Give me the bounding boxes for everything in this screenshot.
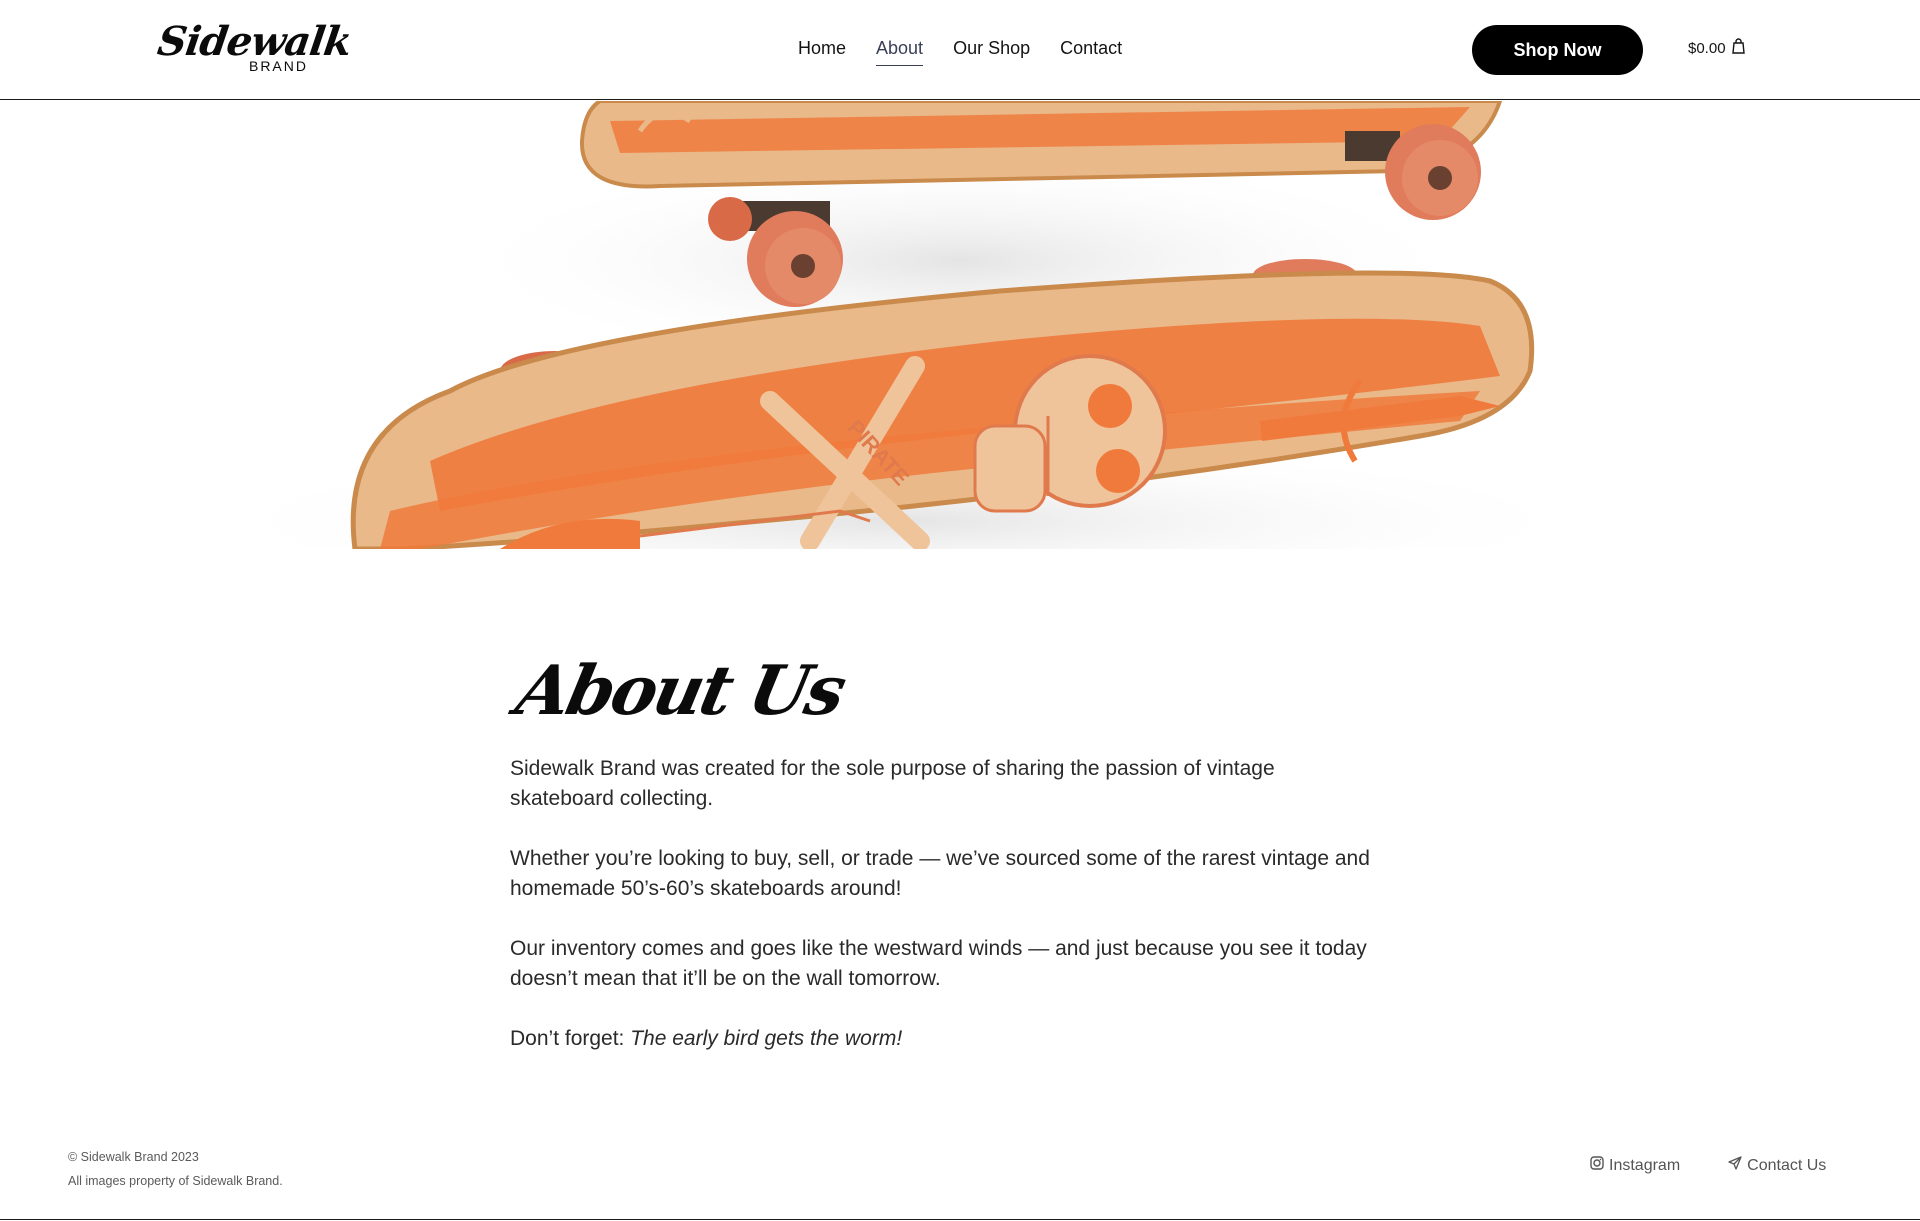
nav-home[interactable]: Home [798,38,846,66]
about-paragraph: Our inventory comes and goes like the we… [510,937,1367,990]
shopping-bag-icon [1731,38,1745,58]
site-header: Sidewalk BRAND Home About Our Shop Conta… [0,0,1920,100]
about-closing: Don’t forget: The early bird gets the wo… [510,1024,1380,1054]
hero-image: PIRATE [0,101,1920,549]
instagram-icon [1590,1156,1604,1175]
main-nav: Home About Our Shop Contact [798,38,1122,66]
closing-prefix: Don’t forget: [510,1027,631,1050]
about-paragraph: Sidewalk Brand was created for the sole … [510,757,1275,810]
nav-contact[interactable]: Contact [1060,38,1122,66]
paper-plane-icon [1728,1156,1742,1175]
about-paragraph: Whether you’re looking to buy, sell, or … [510,847,1370,900]
logo-sub: BRAND [248,58,308,74]
cart-total: $0.00 [1688,39,1726,57]
contact-us-label: Contact Us [1747,1156,1827,1174]
instagram-label: Instagram [1609,1156,1681,1174]
closing-emphasis: The early bird gets the worm! [630,1027,903,1050]
footer-copyright: © Sidewalk Brand 2023 All images propert… [68,1145,283,1193]
footer-links: Instagram Contact Us [1590,1156,1826,1175]
rights-text: All images property of Sidewalk Brand. [68,1174,283,1188]
page-title: About Us [509,651,851,731]
nav-our-shop[interactable]: Our Shop [953,38,1030,66]
about-section: About Us Sidewalk Brand was created for … [509,650,1390,1054]
site-footer: © Sidewalk Brand 2023 All images propert… [0,1110,1920,1220]
contact-us-link[interactable]: Contact Us [1728,1156,1826,1175]
copyright-text: © Sidewalk Brand 2023 [68,1150,199,1164]
shop-now-button[interactable]: Shop Now [1472,25,1643,75]
instagram-link[interactable]: Instagram [1590,1156,1680,1175]
skateboards-photo: PIRATE [180,101,1620,549]
site-logo[interactable]: Sidewalk BRAND [155,18,354,74]
nav-about[interactable]: About [876,38,924,66]
cart-link[interactable]: $0.00 [1688,38,1745,58]
